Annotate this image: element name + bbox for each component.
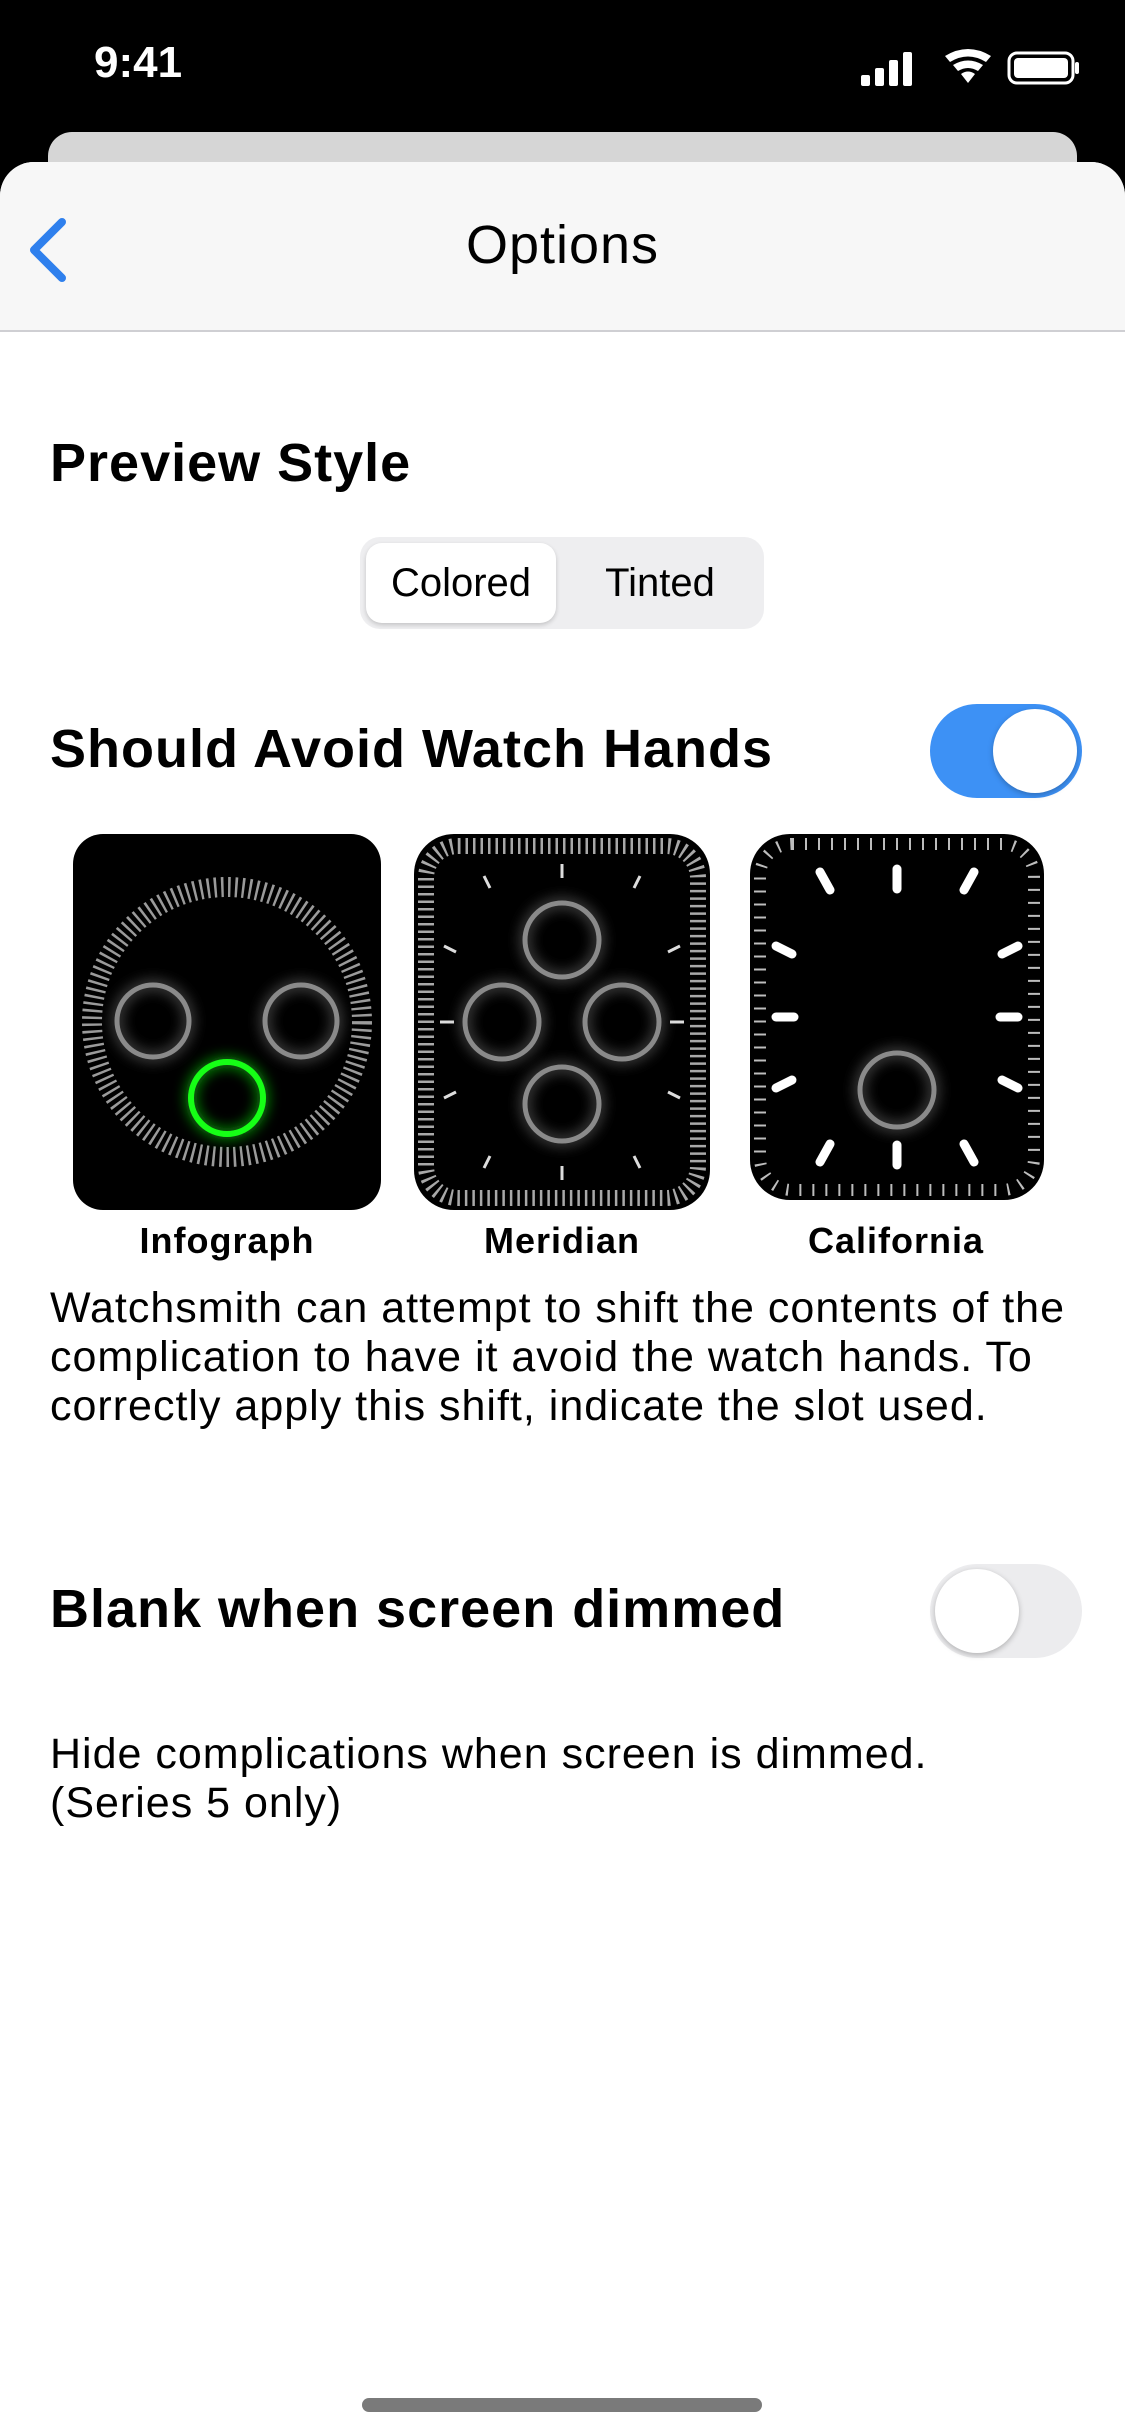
signal-icon <box>861 52 912 86</box>
segment-colored[interactable]: Colored <box>366 543 556 623</box>
face-label-infograph: Infograph <box>139 1220 315 1261</box>
avoid-hands-description: Watchsmith can attempt to shift the cont… <box>50 1284 1065 1430</box>
segment-tinted[interactable]: Tinted <box>562 543 758 623</box>
face-label-meridian: Meridian <box>483 1220 641 1261</box>
blank-when-dimmed-heading: Blank when screen dimmed <box>50 1579 786 1639</box>
avoid-watch-hands-toggle[interactable] <box>930 704 1082 798</box>
avoid-watch-hands-heading: Should Avoid Watch Hands <box>50 719 773 779</box>
status-bar: 9:41 <box>0 0 1125 140</box>
status-time: 9:41 <box>94 38 183 87</box>
meridian-face <box>414 834 710 1210</box>
wifi-icon <box>945 49 991 83</box>
navigation-bar: Options <box>0 162 1125 332</box>
toggle-knob <box>935 1569 1019 1653</box>
blank-when-dimmed-toggle[interactable] <box>930 1564 1082 1658</box>
blank-dimmed-description: Hide complications when screen is dimmed… <box>50 1730 928 1827</box>
preview-style-heading: Preview Style <box>50 433 412 493</box>
preview-style-segmented-control: Colored Tinted <box>360 537 764 629</box>
home-indicator[interactable] <box>362 2398 762 2412</box>
battery-icon <box>1007 51 1079 85</box>
page-title: Options <box>465 215 660 275</box>
california-face <box>750 834 1044 1200</box>
toggle-knob <box>993 709 1077 793</box>
status-icons <box>861 49 1079 86</box>
face-label-california: California <box>807 1220 985 1261</box>
options-sheet: Options Preview Style Colored Tinted Sho… <box>0 162 1125 2436</box>
watch-screen <box>414 834 710 1210</box>
infograph-face <box>73 834 381 1210</box>
